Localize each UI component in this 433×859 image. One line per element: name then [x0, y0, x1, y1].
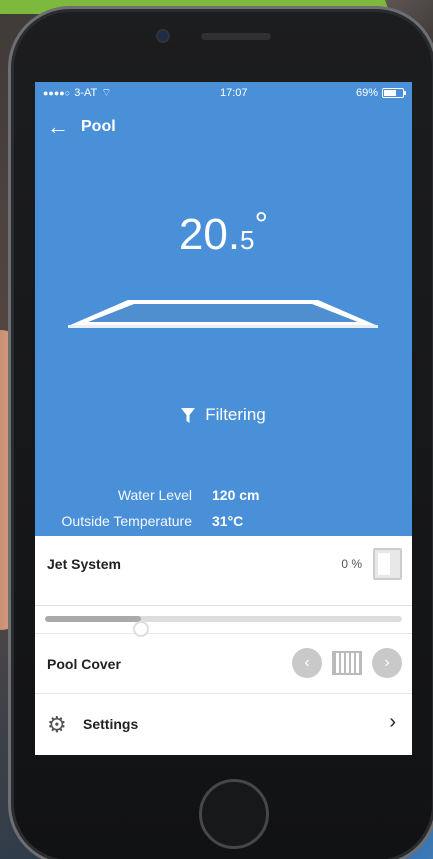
- camera-icon: [156, 29, 170, 43]
- battery-percent: 69%: [355, 87, 378, 99]
- jet-toggle-knob: [378, 553, 390, 575]
- gear-icon: ⚙: [47, 712, 67, 737]
- pool-cover-row: Pool Cover ‹ ›: [35, 634, 412, 694]
- settings-label: Settings: [83, 716, 139, 732]
- cover-open-button[interactable]: ›: [372, 648, 402, 678]
- battery-fill: [384, 90, 397, 96]
- battery-icon: [382, 88, 406, 98]
- temperature-main: 20.: [178, 210, 241, 259]
- info-value: 31°C: [212, 513, 244, 529]
- info-label: Water Level: [117, 487, 192, 503]
- info-row-water-level: Water Level 120 cm: [35, 482, 412, 508]
- slider-fill: [45, 616, 142, 622]
- wifi-icon: ⌔: [101, 87, 112, 99]
- temperature-display: 20.5°: [35, 206, 412, 260]
- page-title: Pool: [81, 118, 116, 135]
- jet-system-slider[interactable]: [35, 606, 412, 637]
- chevron-left-icon: ‹: [304, 654, 310, 671]
- cover-close-button[interactable]: ‹: [292, 648, 322, 678]
- info-label: Outside Temperature: [61, 513, 192, 529]
- temperature-decimal: 5: [240, 225, 255, 255]
- status-time: 17:07: [220, 87, 248, 99]
- app-screen: ●●●●○ 3-AT ⌔ 17:07 69% ← Pool 20.5° Filt…: [35, 82, 412, 755]
- jet-system-percent: 0 %: [341, 557, 362, 571]
- info-value: 120 cm: [212, 487, 260, 503]
- status-left: ●●●●○ 3-AT ⌔: [43, 86, 112, 100]
- filter-status: Filtering: [35, 405, 412, 425]
- info-row-outside-temperature: Outside Temperature 31°C: [35, 508, 412, 534]
- app-bar: ← Pool: [35, 104, 412, 150]
- battery-status: 69%: [355, 87, 406, 99]
- settings-row[interactable]: ⚙ Settings ›: [35, 694, 412, 754]
- filter-icon: [181, 407, 196, 423]
- jet-system-label: Jet System: [47, 556, 121, 572]
- signal-icon: ●●●●○: [43, 88, 71, 98]
- pool-cover-label: Pool Cover: [47, 656, 121, 672]
- pool-cover-icon: [332, 651, 362, 675]
- status-bar: ●●●●○ 3-AT ⌔ 17:07 69%: [35, 82, 412, 104]
- jet-system-row: Jet System 0 %: [35, 536, 412, 606]
- filter-status-label: Filtering: [205, 405, 266, 424]
- chevron-right-icon: ›: [389, 711, 396, 733]
- temperature-unit: °: [254, 206, 269, 244]
- speaker-grille: [201, 33, 271, 40]
- back-arrow-icon[interactable]: ←: [47, 114, 81, 140]
- carrier-label: 3-AT: [74, 87, 98, 99]
- pool-hero: 20.5° Filtering Water Level 120 cm Outsi…: [35, 150, 412, 555]
- pool-cover-controls: ‹ ›: [292, 648, 402, 678]
- chevron-right-icon: ›: [384, 654, 390, 671]
- jet-system-toggle[interactable]: [373, 548, 402, 580]
- pool-illustration: [68, 300, 378, 328]
- slider-track[interactable]: [45, 616, 402, 637]
- home-button[interactable]: [199, 779, 269, 849]
